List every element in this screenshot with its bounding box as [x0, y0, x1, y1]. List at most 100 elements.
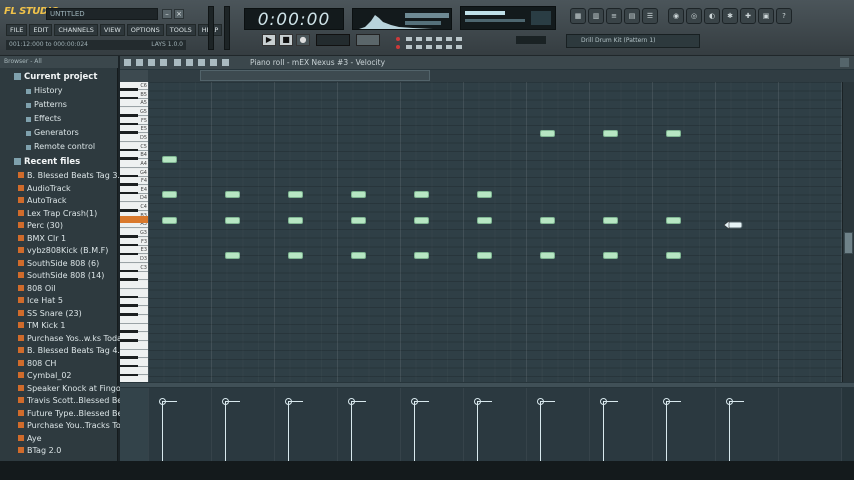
note[interactable]: [477, 251, 492, 259]
velocity-stem[interactable]: [666, 402, 667, 461]
note[interactable]: [225, 216, 240, 224]
window-close-button[interactable]: ×: [174, 9, 184, 19]
velocity-handle[interactable]: [537, 398, 544, 405]
piano-key[interactable]: D4: [120, 194, 148, 203]
browser-item-effects[interactable]: Effects: [26, 112, 130, 125]
velocity-handle[interactable]: [474, 398, 481, 405]
note[interactable]: [666, 130, 681, 138]
online-icon[interactable]: ✚: [740, 8, 756, 24]
recent-file-item[interactable]: SS Snare (23): [18, 307, 122, 320]
browser-item-patterns[interactable]: Patterns: [26, 98, 130, 111]
velocity-handle[interactable]: [285, 398, 292, 405]
plugin-icon[interactable]: ◉: [668, 8, 684, 24]
recent-file-item[interactable]: Ice Hat 5: [18, 294, 122, 307]
recent-file-item[interactable]: 808 CH: [18, 357, 122, 370]
browser-icon[interactable]: ☰: [642, 8, 658, 24]
piano-key[interactable]: [120, 315, 148, 324]
piano-key[interactable]: D3: [120, 255, 148, 263]
piano-key[interactable]: [120, 341, 148, 350]
velocity-stem[interactable]: [162, 402, 163, 461]
pattern-selector[interactable]: Drill Drum Kit (Pattern 1): [566, 34, 700, 48]
note[interactable]: [288, 251, 303, 259]
recent-file-item[interactable]: Speaker Knock at Fingoip: [18, 382, 122, 395]
recent-file-item[interactable]: BMX Clr 1: [18, 232, 122, 245]
master-volume-slider[interactable]: [208, 6, 214, 50]
vertical-scroll-thumb[interactable]: [844, 232, 853, 254]
note[interactable]: [603, 130, 618, 138]
note[interactable]: [666, 216, 681, 224]
recent-file-item[interactable]: Future Type..Blessed Beats: [18, 407, 122, 420]
note[interactable]: [540, 251, 555, 259]
recent-file-item[interactable]: Perc (30): [18, 219, 122, 232]
note[interactable]: [288, 190, 303, 198]
recent-file-item[interactable]: BTag 2.0: [18, 444, 122, 457]
tools-icon[interactable]: ✱: [722, 8, 738, 24]
browser-item-remote-control[interactable]: Remote control: [26, 140, 130, 153]
channel-rack-icon[interactable]: ▦: [570, 8, 586, 24]
window-minimize-button[interactable]: –: [162, 9, 172, 19]
note[interactable]: [162, 216, 177, 224]
note[interactable]: [414, 216, 429, 224]
note[interactable]: [351, 190, 366, 198]
velocity-stem[interactable]: [288, 402, 289, 461]
note-grid[interactable]: [148, 82, 842, 382]
piano-key[interactable]: [120, 280, 148, 289]
recent-file-item[interactable]: Travis Scott..Blessed Beats: [18, 394, 122, 407]
browser-item-generators[interactable]: Generators: [26, 126, 130, 139]
piano-roll-icon[interactable]: ▤: [624, 8, 640, 24]
menu-channels[interactable]: CHANNELS: [54, 24, 98, 36]
recent-file-item[interactable]: Purchase You..Tracks Today: [18, 419, 122, 432]
recent-file-item[interactable]: Cymbal_02: [18, 369, 122, 382]
record-icon[interactable]: ◎: [686, 8, 702, 24]
velocity-stem[interactable]: [351, 402, 352, 461]
velocity-stem[interactable]: [414, 402, 415, 461]
note[interactable]: [288, 216, 303, 224]
velocity-handle[interactable]: [159, 398, 166, 405]
note[interactable]: [603, 251, 618, 259]
recent-file-item[interactable]: Purchase Yos..w.ks Today(1): [18, 332, 122, 345]
stop-button[interactable]: ■: [279, 34, 293, 46]
recent-file-item[interactable]: Aye: [18, 432, 122, 445]
help-icon[interactable]: ?: [776, 8, 792, 24]
piano-keyboard[interactable]: C6B5A5G5F5E5D5C5B4A4G4F4E4D4C4B3A3G3F3E3…: [120, 82, 148, 382]
recent-file-item[interactable]: B. Blessed Beats Tag 4.0: [18, 344, 122, 357]
browser-section[interactable]: Recent files: [14, 155, 118, 169]
note[interactable]: [162, 156, 177, 164]
menu-file[interactable]: FILE: [6, 24, 28, 36]
recent-file-item[interactable]: 808 Oil: [18, 282, 122, 295]
piano-key[interactable]: A5: [120, 99, 148, 108]
piano-key[interactable]: D5: [120, 133, 148, 142]
menu-tools[interactable]: TOOLS: [165, 24, 196, 36]
piano-key[interactable]: A4: [120, 159, 148, 168]
menu-options[interactable]: OPTIONS: [126, 24, 164, 36]
note[interactable]: [540, 216, 555, 224]
velocity-handle[interactable]: [411, 398, 418, 405]
close-icon[interactable]: [840, 58, 849, 67]
horizontal-scrollbar[interactable]: [200, 70, 430, 81]
browser-section[interactable]: Current project: [14, 70, 118, 84]
note[interactable]: [225, 190, 240, 198]
tempo-display[interactable]: [316, 34, 350, 46]
note[interactable]: [414, 251, 429, 259]
recent-file-item[interactable]: SouthSide 808 (14): [18, 269, 122, 282]
menu-view[interactable]: VIEW: [99, 24, 125, 36]
recent-file-item[interactable]: AutoTrack: [18, 194, 122, 207]
save-icon[interactable]: ▣: [758, 8, 774, 24]
step-icon[interactable]: ◐: [704, 8, 720, 24]
note[interactable]: [351, 251, 366, 259]
velocity-stem[interactable]: [729, 402, 730, 461]
play-button[interactable]: ▶: [262, 34, 276, 46]
recent-file-item[interactable]: B. Blessed Beats Tag 3.0: [18, 169, 122, 182]
recent-file-item[interactable]: AudioTrack: [18, 182, 122, 195]
note[interactable]: [414, 190, 429, 198]
note[interactable]: [666, 251, 681, 259]
velocity-handle[interactable]: [348, 398, 355, 405]
note[interactable]: [477, 190, 492, 198]
record-button[interactable]: ●: [296, 34, 310, 46]
pattern-song-toggle[interactable]: [356, 34, 380, 46]
event-editor-divider[interactable]: [120, 383, 854, 387]
browser-item-history[interactable]: History: [26, 84, 130, 97]
piano-roll-tools-icon[interactable]: [122, 56, 242, 69]
song-name-field[interactable]: UNTITLED: [46, 8, 158, 20]
recent-file-item[interactable]: TM Kick 1: [18, 319, 122, 332]
